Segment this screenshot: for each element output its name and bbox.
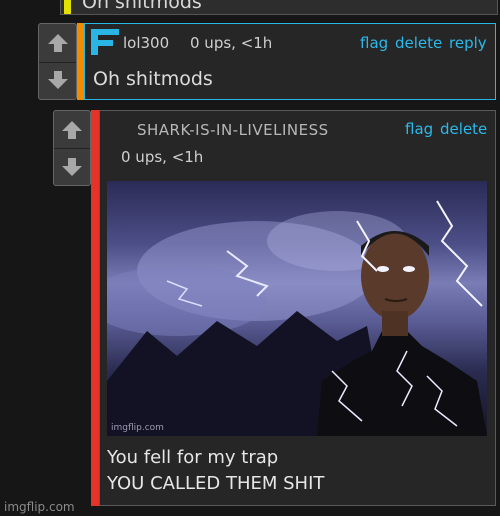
meme-caption-line2: YOU CALLED THEM SHIT xyxy=(107,473,325,494)
comment1-username[interactable]: lol300 xyxy=(123,34,169,52)
comment2-stripe xyxy=(91,110,99,506)
comment1-vote-box xyxy=(38,23,77,100)
meme-illustration xyxy=(107,200,487,436)
comment1-meta: 0 ups, <1h xyxy=(190,34,273,52)
comment1-stripe xyxy=(77,23,84,100)
previous-comment-text: Oh shitmods xyxy=(82,0,202,13)
comment2-delete-link[interactable]: delete xyxy=(440,120,487,138)
downvote-button[interactable] xyxy=(39,62,76,100)
comment2-meta: 0 ups, <1h xyxy=(121,148,204,166)
up-arrow-icon xyxy=(47,33,68,52)
meme-caption-line1: You fell for my trap xyxy=(107,447,279,468)
meme-image[interactable]: imgflip.com xyxy=(107,181,487,436)
comment1-body: Oh shitmods xyxy=(93,68,213,90)
comment1-reply-link[interactable]: reply xyxy=(449,34,487,52)
meme-watermark: imgflip.com xyxy=(111,423,164,433)
comment2-vote-box xyxy=(53,110,91,186)
imgflip-watermark: imgflip.com xyxy=(4,500,75,514)
user-flair-f-icon xyxy=(91,29,119,55)
comment1-delete-link[interactable]: delete xyxy=(395,34,442,52)
upvote-button[interactable] xyxy=(39,24,76,63)
comment1-flag-link[interactable]: flag xyxy=(360,34,388,52)
comment2-username[interactable]: SHARK-IS-IN-LIVELINESS xyxy=(137,121,329,139)
down-arrow-icon xyxy=(47,71,68,90)
downvote-button[interactable] xyxy=(54,148,90,185)
upvote-button[interactable] xyxy=(54,111,90,149)
up-arrow-icon xyxy=(62,120,82,139)
down-arrow-icon xyxy=(62,157,82,176)
previous-comment-stripe xyxy=(64,0,71,14)
comment2-flag-link[interactable]: flag xyxy=(405,120,433,138)
